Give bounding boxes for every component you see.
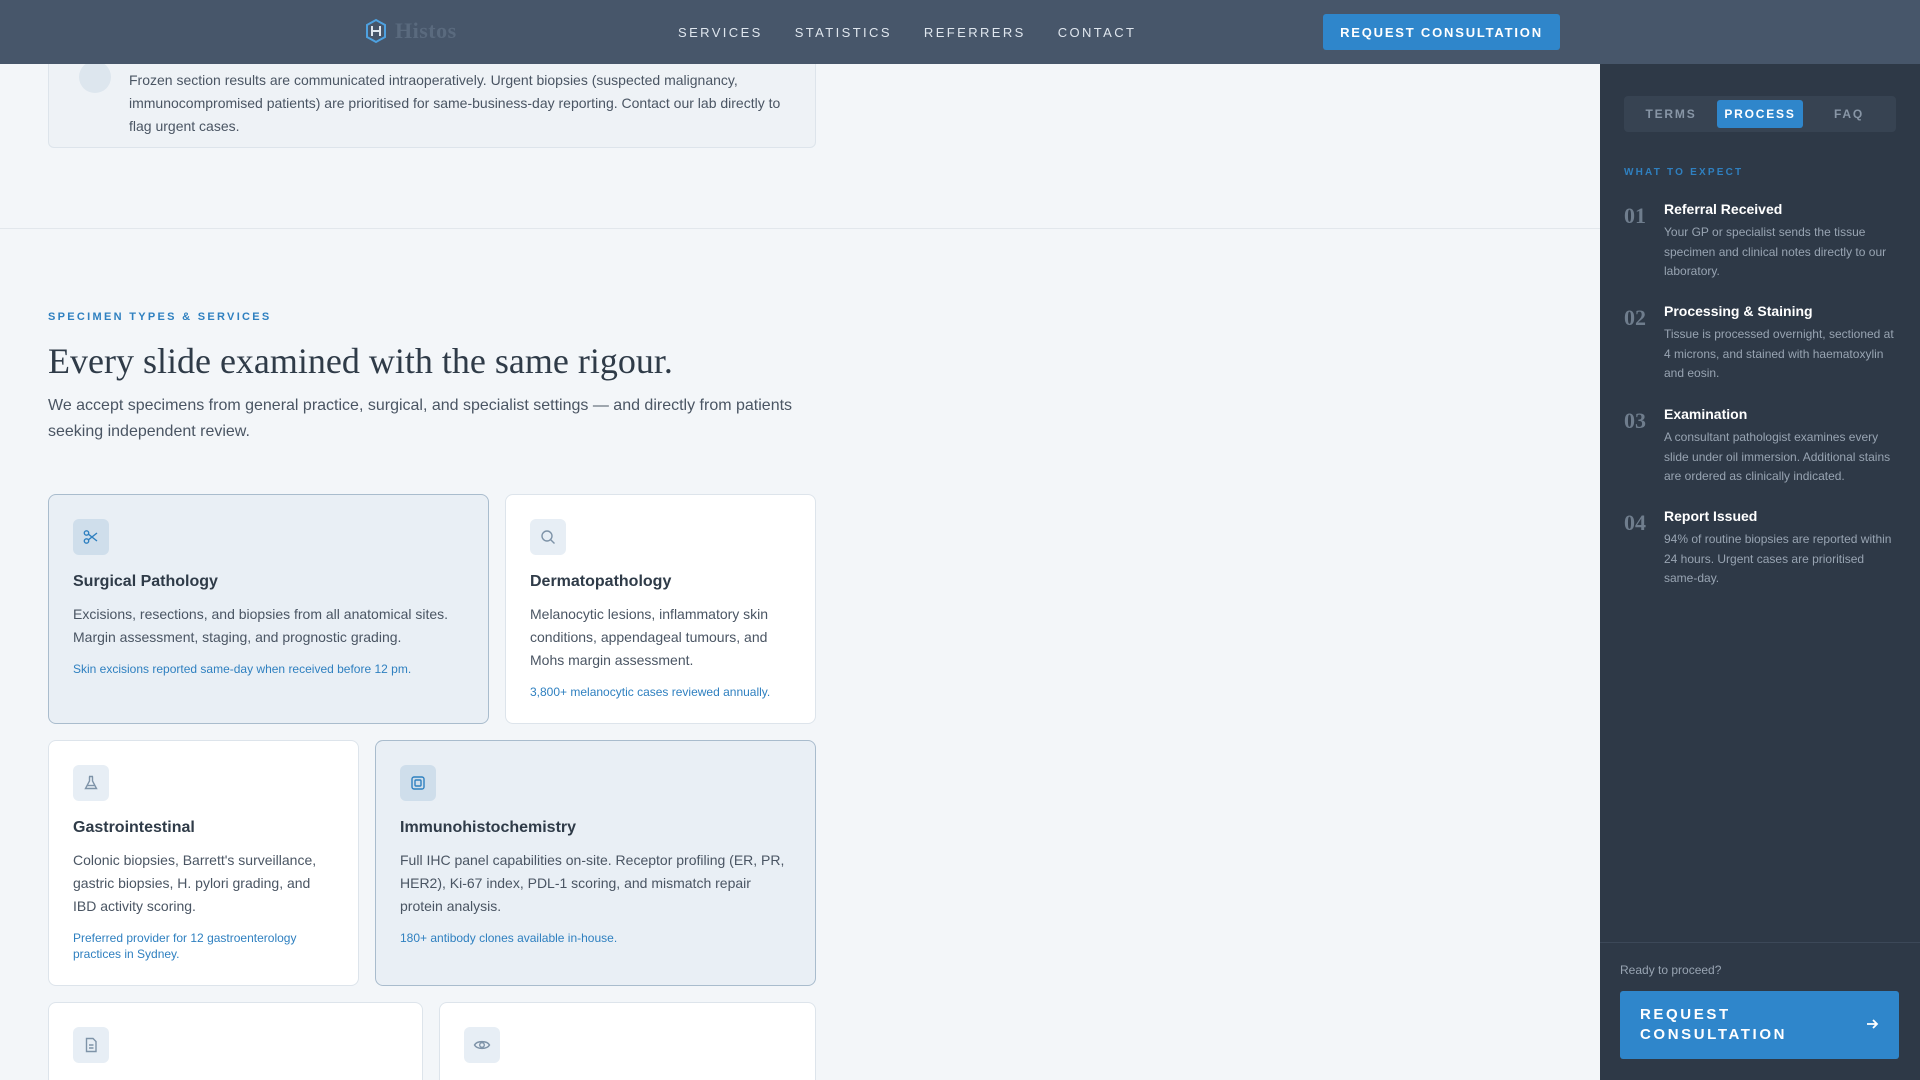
service-title: Immunohistochemistry	[400, 819, 577, 836]
service-note: 180+ antibody clones available in-house.	[400, 931, 618, 945]
tab-faq[interactable]: FAQ	[1810, 100, 1888, 128]
nav-link-contact[interactable]: CONTACT	[1058, 25, 1137, 40]
service-note: Skin excisions reported same-day when re…	[73, 662, 412, 676]
sidebar-tabs: TERMS PROCESS FAQ	[1624, 96, 1896, 132]
nav-link-services[interactable]: SERVICES	[678, 25, 763, 40]
brand-logo-icon	[366, 18, 386, 44]
service-card-gastrointestinal[interactable]: Gastrointestinal Colonic biopsies, Barre…	[48, 740, 359, 986]
section-lede: We accept specimens from general practic…	[48, 397, 793, 440]
brand-name: Histos	[395, 18, 457, 43]
process-step: 02 Processing & Staining Tissue is proce…	[1624, 303, 1896, 393]
step-title: Referral Received	[1664, 201, 1783, 217]
service-card-eye[interactable]	[439, 1002, 816, 1080]
service-card-immunohistochemistry[interactable]: Immunohistochemistry Full IHC panel capa…	[375, 740, 816, 986]
service-title: Gastrointestinal	[73, 819, 195, 836]
search-icon	[530, 519, 566, 555]
urgent-cases-card: Frozen section results are communicated …	[48, 64, 816, 148]
step-body: Tissue is processed overnight, sectioned…	[1664, 327, 1894, 380]
step-number: 04	[1624, 510, 1646, 535]
service-description: Full IHC panel capabilities on-site. Rec…	[400, 852, 785, 914]
step-title: Examination	[1664, 406, 1748, 422]
tab-terms[interactable]: TERMS	[1632, 100, 1710, 128]
ready-text: Ready to proceed?	[1620, 963, 1722, 977]
nav-link-referrers[interactable]: REFERRERS	[924, 25, 1026, 40]
step-number: 02	[1624, 305, 1646, 330]
process-step: 04 Report Issued 94% of routine biopsies…	[1624, 508, 1896, 598]
main-nav: SERVICES STATISTICS REFERRERS CONTACT	[678, 0, 1136, 64]
step-title: Processing & Staining	[1664, 303, 1813, 319]
process-sidebar: TERMS PROCESS FAQ WHAT TO EXPECT 01 Refe…	[1600, 64, 1920, 1080]
service-title: Surgical Pathology	[73, 573, 218, 590]
service-note: 3,800+ melanocytic cases reviewed annual…	[530, 685, 771, 699]
sidebar-footer: Ready to proceed? REQUEST CONSULTATION	[1600, 942, 1920, 1080]
top-nav: Histos SERVICES STATISTICS REFERRERS CON…	[0, 0, 1920, 64]
service-card-surgical-pathology[interactable]: Surgical Pathology Excisions, resections…	[48, 494, 489, 724]
service-description: Colonic biopsies, Barrett's surveillance…	[73, 852, 317, 914]
step-body: Your GP or specialist sends the tissue s…	[1664, 225, 1887, 278]
step-body: 94% of routine biopsies are reported wit…	[1664, 532, 1892, 585]
process-step: 03 Examination A consultant pathologist …	[1624, 406, 1896, 496]
nav-link-statistics[interactable]: STATISTICS	[795, 25, 892, 40]
eye-icon	[464, 1027, 500, 1063]
urgent-cases-text: Frozen section results are communicated …	[129, 72, 781, 134]
brand[interactable]: Histos	[365, 18, 457, 44]
step-number: 01	[1624, 203, 1646, 228]
section-divider	[0, 228, 1600, 229]
arrow-right-icon	[1867, 1019, 1879, 1029]
step-body: A consultant pathologist examines every …	[1664, 430, 1891, 483]
section-title: Every slide examined with the same rigou…	[48, 341, 673, 381]
sidebar-eyebrow: WHAT TO EXPECT	[1624, 167, 1744, 178]
chip-icon	[400, 765, 436, 801]
scissors-icon	[73, 519, 109, 555]
step-number: 03	[1624, 408, 1646, 433]
process-step: 01 Referral Received Your GP or speciali…	[1624, 201, 1896, 291]
step-title: Report Issued	[1664, 508, 1758, 524]
service-card-document[interactable]	[48, 1002, 423, 1080]
cta-label: REQUEST CONSULTATION	[1640, 1006, 1788, 1043]
section-eyebrow: SPECIMEN TYPES & SERVICES	[48, 311, 272, 323]
main-content: Frozen section results are communicated …	[0, 64, 1600, 1080]
service-title: Dermatopathology	[530, 573, 672, 590]
service-note: Preferred provider for 12 gastroenterolo…	[73, 931, 297, 961]
tab-process[interactable]: PROCESS	[1717, 100, 1803, 128]
flask-icon	[73, 765, 109, 801]
request-consultation-button[interactable]: REQUEST CONSULTATION	[1323, 14, 1560, 50]
service-description: Melanocytic lesions, inflammatory skin c…	[530, 606, 769, 668]
info-icon	[79, 64, 111, 93]
document-icon	[73, 1027, 109, 1063]
sidebar-request-consultation-button[interactable]: REQUEST CONSULTATION	[1620, 991, 1899, 1059]
service-card-dermatopathology[interactable]: Dermatopathology Melanocytic lesions, in…	[505, 494, 816, 724]
service-description: Excisions, resections, and biopsies from…	[73, 606, 449, 645]
